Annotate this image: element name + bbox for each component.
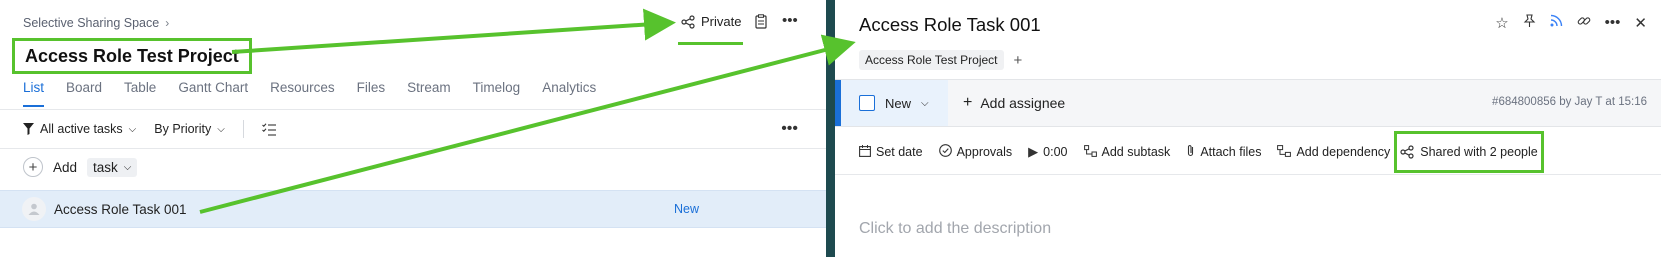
item-type-dropdown[interactable]: task ⌵: [87, 157, 138, 177]
task-detail-panel: Access Role Task 001 ☆ ••• ✕ Access Role…: [835, 0, 1661, 257]
approvals-label: Approvals: [956, 145, 1013, 159]
task-actions: Set date Approvals ▶ 0:00 Add subtask At…: [859, 142, 1406, 162]
star-icon[interactable]: ☆: [1495, 14, 1508, 32]
shared-label: Shared with 2 people: [1420, 145, 1538, 159]
filter-label: All active tasks: [40, 122, 123, 136]
filter-dropdown[interactable]: All active tasks ⌵: [23, 122, 136, 136]
task-status[interactable]: New: [674, 202, 699, 216]
highlight-underline: [678, 42, 743, 45]
more-options-icon[interactable]: •••: [1605, 14, 1621, 32]
unassigned-avatar-icon[interactable]: [22, 197, 46, 221]
tab-table[interactable]: Table: [124, 80, 156, 108]
add-dependency-button[interactable]: Add dependency: [1277, 144, 1391, 160]
breadcrumb-space[interactable]: Selective Sharing Space: [23, 16, 159, 30]
check-circle-icon: [938, 144, 952, 160]
divider-line: [835, 174, 1661, 175]
breadcrumb[interactable]: Selective Sharing Space ›: [23, 16, 169, 30]
project-tags: Access Role Test Project +: [859, 50, 1022, 70]
dependency-icon: [1277, 144, 1292, 160]
chevron-down-icon: ⌵: [123, 161, 132, 173]
tab-stream[interactable]: Stream: [407, 80, 451, 108]
sort-dropdown[interactable]: By Priority ⌵: [154, 122, 225, 136]
calendar-icon: [859, 144, 871, 160]
task-status-bar: New ⌵ + Add assignee #684800856 by Jay T…: [835, 79, 1661, 127]
list-toolbar: All active tasks ⌵ By Priority ⌵ •••: [0, 109, 826, 149]
project-title[interactable]: Access Role Test Project: [12, 38, 252, 74]
sort-label: By Priority: [154, 122, 212, 136]
add-subtask-button[interactable]: Add subtask: [1083, 144, 1171, 160]
tab-resources[interactable]: Resources: [270, 80, 335, 108]
pin-icon[interactable]: [1523, 14, 1536, 32]
share-icon: [1400, 145, 1414, 159]
add-tag-icon[interactable]: +: [1014, 52, 1023, 69]
paperclip-icon: [1186, 144, 1195, 160]
clipboard-icon[interactable]: [755, 14, 767, 33]
task-meta: #684800856 by Jay T at 15:16: [1492, 96, 1647, 108]
plus-icon: +: [963, 94, 973, 111]
plus-icon[interactable]: +: [23, 157, 43, 177]
task-title[interactable]: Access Role Task 001: [859, 14, 1041, 36]
timer-label: 0:00: [1043, 145, 1068, 159]
timer-button[interactable]: ▶ 0:00: [1028, 144, 1067, 160]
chevron-down-icon: ⌵: [217, 123, 225, 135]
status-dropdown[interactable]: New ⌵: [835, 80, 948, 126]
add-dependency-label: Add dependency: [1296, 145, 1391, 159]
chevron-down-icon: ⌵: [128, 123, 137, 135]
tab-timelog[interactable]: Timelog: [473, 80, 521, 108]
task-header-actions: ☆ ••• ✕: [1495, 14, 1647, 32]
attach-files-label: Attach files: [1200, 145, 1262, 159]
set-date-label: Set date: [876, 145, 923, 159]
subtask-icon: [1083, 144, 1097, 160]
task-row[interactable]: Access Role Task 001 New: [0, 190, 826, 228]
close-icon[interactable]: ✕: [1634, 14, 1647, 32]
panel-divider[interactable]: [826, 0, 835, 257]
share-icon: [681, 14, 695, 29]
more-options-icon[interactable]: •••: [782, 12, 798, 29]
chevron-down-icon: ⌵: [921, 97, 929, 109]
project-tag[interactable]: Access Role Test Project: [859, 50, 1004, 70]
project-panel: Selective Sharing Space › Access Role Te…: [0, 0, 826, 257]
privacy-label: Private: [701, 14, 742, 29]
toolbar-divider: [242, 120, 244, 138]
add-subtask-label: Add subtask: [1101, 145, 1171, 159]
complete-checkbox[interactable]: [859, 95, 875, 111]
privacy-button[interactable]: Private: [681, 14, 741, 29]
more-options-icon[interactable]: •••: [781, 120, 798, 138]
shared-with-button[interactable]: Shared with 2 people: [1394, 131, 1544, 173]
chevron-right-icon: ›: [165, 16, 170, 30]
tab-list[interactable]: List: [23, 80, 45, 108]
tab-board[interactable]: Board: [66, 80, 102, 108]
set-date-button[interactable]: Set date: [859, 144, 923, 160]
status-label: New: [885, 95, 912, 111]
tab-files[interactable]: Files: [357, 80, 386, 108]
checklist-icon: [261, 122, 276, 136]
filter-icon: [23, 123, 34, 135]
add-task-row[interactable]: + Add task ⌵: [23, 157, 138, 177]
play-icon: ▶: [1028, 144, 1039, 159]
add-assignee-label: Add assignee: [980, 95, 1066, 111]
add-assignee-button[interactable]: + Add assignee: [963, 94, 1065, 112]
add-label[interactable]: Add: [53, 160, 77, 175]
item-type-label: task: [93, 159, 118, 175]
tab-analytics[interactable]: Analytics: [542, 80, 596, 108]
view-tabs: List Board Table Gantt Chart Resources F…: [23, 80, 618, 108]
attach-files-button[interactable]: Attach files: [1186, 144, 1261, 160]
link-icon[interactable]: [1577, 14, 1591, 32]
description-placeholder[interactable]: Click to add the description: [859, 220, 1051, 238]
tab-gantt-chart[interactable]: Gantt Chart: [178, 80, 248, 108]
rss-feed-icon[interactable]: [1550, 14, 1563, 32]
checklist-view-button[interactable]: [261, 122, 277, 136]
approvals-button[interactable]: Approvals: [938, 144, 1013, 160]
task-name[interactable]: Access Role Task 001: [54, 202, 187, 217]
